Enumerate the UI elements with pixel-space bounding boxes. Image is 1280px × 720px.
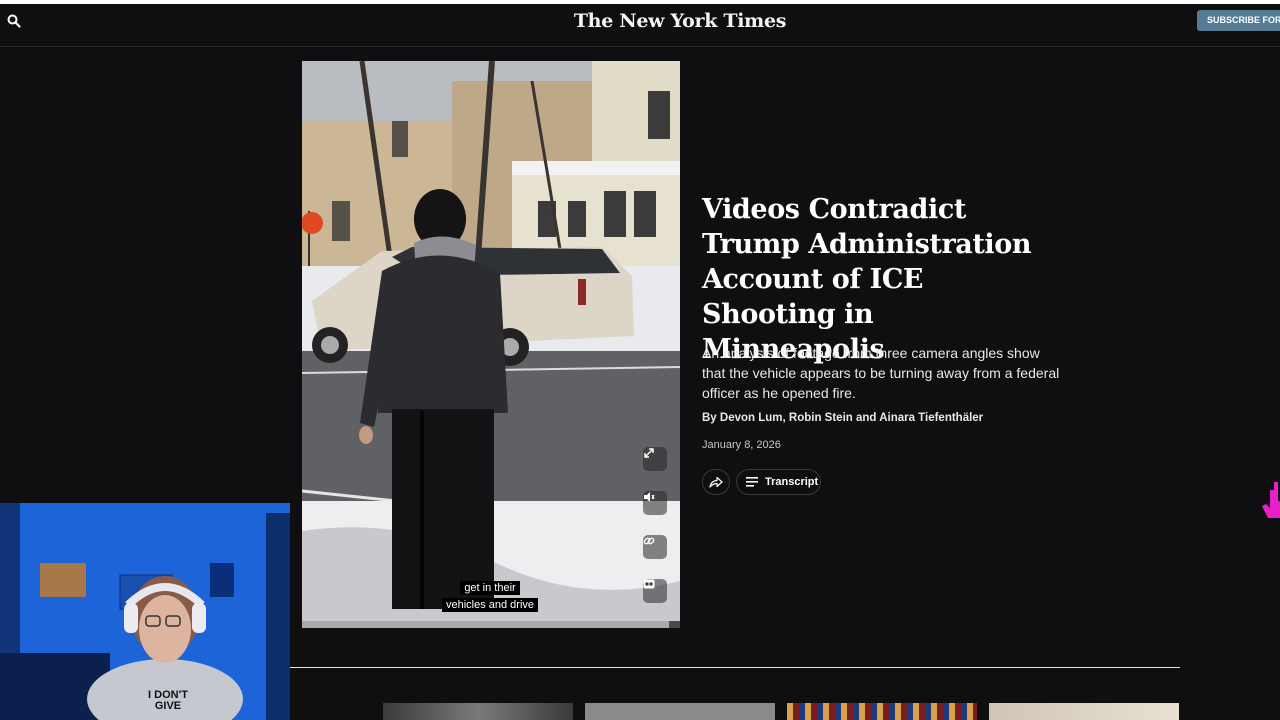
share-arrow-icon	[709, 476, 723, 488]
subscribe-button[interactable]: SUBSCRIBE FOR $	[1197, 10, 1280, 31]
video-progress-bar[interactable]	[302, 621, 680, 628]
link-icon[interactable]	[643, 535, 667, 559]
related-video-thumbnail[interactable]	[989, 703, 1179, 720]
volume-icon[interactable]	[643, 491, 667, 515]
video-caption-line1: get in their	[440, 580, 540, 596]
nyt-logo[interactable]: The New York Times	[540, 10, 820, 32]
article-headline[interactable]: Videos Contradict Trump Administration A…	[702, 192, 1062, 367]
video-progress-fill	[302, 621, 669, 628]
webcam-overlay	[0, 503, 290, 720]
related-video-thumbnail[interactable]	[585, 703, 775, 720]
video-caption-line2: vehicles and drive	[440, 597, 540, 613]
transcript-label: Transcript	[765, 476, 819, 488]
video-player[interactable]: get in their vehicles and drive	[302, 61, 680, 621]
related-video-thumbnail[interactable]	[383, 703, 573, 720]
transcript-lines-icon	[746, 477, 758, 487]
header-bar: The New York Times SUBSCRIBE FOR $	[0, 0, 1280, 47]
video-frame	[302, 61, 680, 621]
article-summary: An analysis of footage from three camera…	[702, 345, 1060, 401]
shirt-print: I DON'T GIVE	[148, 689, 188, 712]
related-video-thumbnail[interactable]	[787, 703, 977, 720]
captions-icon[interactable]	[643, 579, 667, 603]
article-date: January 8, 2026	[702, 439, 781, 451]
share-button[interactable]	[702, 469, 730, 495]
transcript-button[interactable]: Transcript	[736, 469, 821, 495]
hand-cursor-icon	[1262, 482, 1280, 518]
search-icon[interactable]	[7, 14, 21, 28]
browser-edge	[0, 0, 1280, 4]
article-byline: By Devon Lum, Robin Stein and Ainara Tie…	[702, 412, 984, 424]
section-divider	[289, 667, 1180, 668]
expand-icon[interactable]	[643, 447, 667, 471]
webcam-scene	[0, 503, 290, 720]
